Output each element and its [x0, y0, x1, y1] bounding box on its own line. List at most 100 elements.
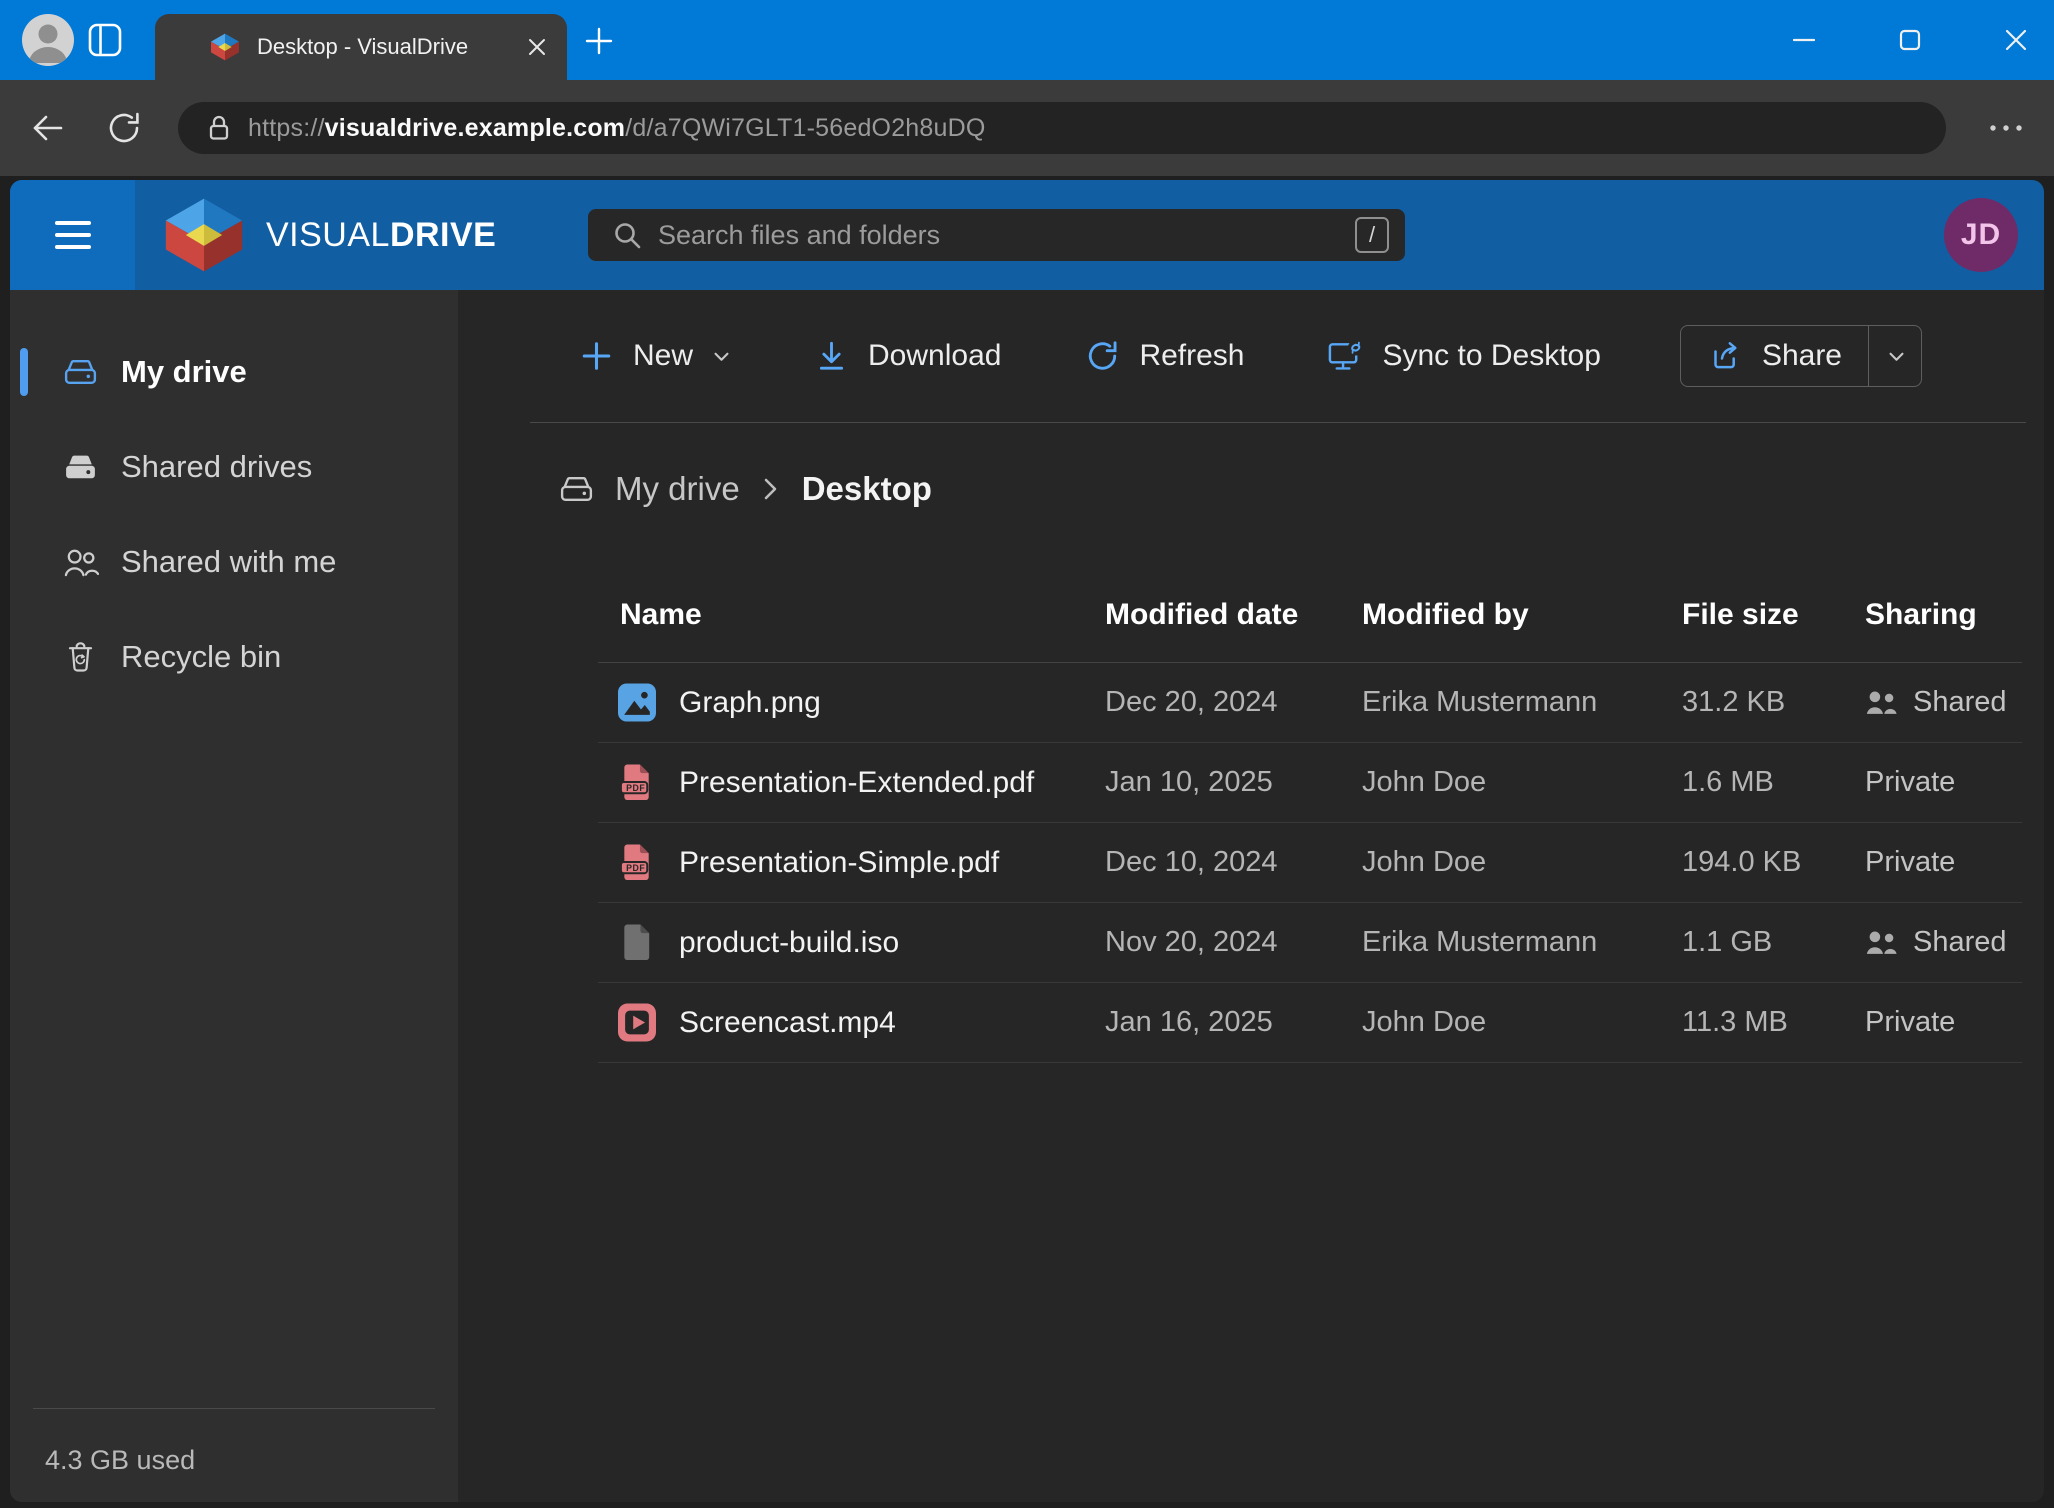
selected-indicator: [20, 538, 28, 586]
download-button[interactable]: Download: [813, 339, 1001, 373]
modified-by: John Doe: [1362, 846, 1682, 879]
maximize-icon[interactable]: [1898, 28, 1922, 52]
table-row[interactable]: PDFPresentation-Simple.pdfDec 10, 2024Jo…: [598, 823, 2022, 903]
storage-used-label: 4.3 GB used: [45, 1445, 195, 1476]
modified-by: Erika Mustermann: [1362, 926, 1682, 959]
people-icon: [1865, 690, 1899, 715]
minimize-icon[interactable]: [1792, 28, 1816, 52]
generic-file-icon: [618, 923, 656, 962]
svg-text:PDF: PDF: [626, 783, 645, 793]
sidebar-item-label: My drive: [121, 354, 247, 390]
url-path: /d/a7QWi7GLT1-56edO2h8uDQ: [625, 114, 985, 142]
sidebar-item-my-drive[interactable]: My drive: [10, 344, 458, 400]
file-name-cell: PDF Presentation-Extended.pdf: [598, 763, 1105, 802]
column-header-name[interactable]: Name: [598, 598, 1105, 632]
user-avatar[interactable]: JD: [1944, 198, 2018, 272]
new-button[interactable]: New: [578, 339, 730, 373]
selected-indicator: [20, 633, 28, 681]
modified-by: John Doe: [1362, 1006, 1682, 1039]
sharing-status: Private: [1865, 766, 2022, 799]
sidebar-item-recycle-bin[interactable]: Recycle bin: [10, 629, 458, 685]
table-row[interactable]: Graph.pngDec 20, 2024Erika Mustermann31.…: [598, 663, 2022, 743]
file-name-cell: Graph.png: [598, 683, 1105, 722]
column-header-file-size[interactable]: File size: [1682, 598, 1865, 632]
download-icon: [813, 339, 850, 373]
toolbar-button-label: New: [633, 339, 693, 373]
file-name: Presentation-Extended.pdf: [679, 766, 1034, 800]
file-size: 194.0 KB: [1682, 846, 1865, 879]
workspaces-icon[interactable]: [88, 23, 122, 57]
new-tab-icon[interactable]: [584, 26, 614, 56]
share-dropdown-button[interactable]: [1869, 326, 1921, 386]
file-size: 1.1 GB: [1682, 926, 1865, 959]
selected-indicator: [20, 443, 28, 491]
table-row[interactable]: Screencast.mp4Jan 16, 2025John Doe11.3 M…: [598, 983, 2022, 1063]
share-button[interactable]: Share: [1681, 326, 1868, 386]
file-name: Graph.png: [679, 686, 821, 720]
video-file-icon: [618, 1003, 656, 1042]
url-scheme: https://: [248, 114, 325, 142]
modified-date: Dec 20, 2024: [1105, 686, 1362, 719]
sidebar-nav: My drive Shared drives Shared with me Recyc…: [10, 290, 458, 685]
chevron-down-icon: [1888, 351, 1905, 362]
column-header-modified-date[interactable]: Modified date: [1105, 598, 1362, 632]
table-row[interactable]: product-build.isoNov 20, 2024Erika Muste…: [598, 903, 2022, 983]
sidebar-item-shared-drives[interactable]: Shared drives: [10, 439, 458, 495]
chevron-right-icon: [764, 478, 778, 500]
search-shortcut-hint: /: [1355, 217, 1389, 253]
sidebar-item-label: Shared drives: [121, 449, 312, 485]
toolbar-button-label: Download: [868, 339, 1001, 373]
search-input[interactable]: [658, 220, 1355, 251]
address-bar[interactable]: https://visualdrive.example.com/d/a7QWi7…: [178, 102, 1946, 154]
toolbar-button-label: Refresh: [1139, 339, 1244, 373]
search-box[interactable]: /: [588, 209, 1405, 261]
reload-icon[interactable]: [106, 110, 142, 146]
modified-by: John Doe: [1362, 766, 1682, 799]
search-icon: [612, 220, 642, 250]
file-name-cell: PDFPresentation-Simple.pdf: [598, 843, 1105, 882]
table-row[interactable]: PDFPresentation-Extended.pdfJan 10, 2025…: [598, 743, 2022, 823]
more-icon[interactable]: [1988, 123, 2024, 133]
modified-by: Erika Mustermann: [1362, 686, 1682, 719]
sharing-status: Shared: [1865, 686, 2022, 719]
refresh-button[interactable]: Refresh: [1084, 339, 1244, 373]
breadcrumb-root[interactable]: My drive: [615, 470, 740, 508]
window-controls: [1792, 0, 2028, 80]
column-header-sharing[interactable]: Sharing: [1865, 598, 2022, 632]
sidebar-item-shared-with-me[interactable]: Shared with me: [10, 534, 458, 590]
hamburger-icon[interactable]: [10, 180, 135, 290]
pdf-file-icon: PDF: [618, 763, 656, 802]
file-name: product-build.iso: [679, 926, 899, 960]
sharing-status: Private: [1865, 846, 2022, 879]
chevron-down-icon: [713, 351, 730, 362]
my-drive-icon: [558, 472, 595, 506]
share-split-button: Share: [1680, 325, 1922, 387]
sharing-label: Private: [1865, 1006, 1955, 1039]
profile-icon: [22, 14, 74, 66]
close-icon[interactable]: [2004, 28, 2028, 52]
my-drive-icon: [62, 355, 99, 389]
browser-tab[interactable]: Desktop - VisualDrive: [155, 14, 567, 80]
shared-drives-icon: [62, 450, 99, 484]
file-name-cell: Screencast.mp4: [598, 1003, 1105, 1042]
file-toolbar: New Download Refresh Sync to Desktop Share: [458, 290, 2044, 422]
sharing-status: Private: [1865, 1006, 2022, 1039]
back-icon[interactable]: [30, 110, 66, 146]
visualdrive-page: VISUALDRIVE / JD My driveShared drivesSh…: [10, 180, 2044, 1502]
column-header-modified-by[interactable]: Modified by: [1362, 598, 1682, 632]
toolbar-button-label: Sync to Desktop: [1382, 339, 1600, 373]
sidebar: My drive Shared drives Shared with me Recyc…: [10, 290, 458, 1502]
tab-close-icon[interactable]: [527, 37, 547, 57]
visualdrive-favicon: [209, 32, 241, 62]
browser-navbar: https://visualdrive.example.com/d/a7QWi7…: [0, 80, 2054, 176]
lock-icon[interactable]: [206, 113, 232, 143]
modified-date: Jan 16, 2025: [1105, 1006, 1362, 1039]
sharing-label: Shared: [1913, 686, 2007, 719]
toolbar-divider: [530, 422, 2026, 423]
browser-profile-button[interactable]: [22, 14, 74, 66]
sync-to-desktop-button[interactable]: Sync to Desktop: [1327, 339, 1600, 373]
recycle-bin-icon: [62, 640, 99, 674]
file-name: Presentation-Simple.pdf: [679, 846, 999, 880]
url-text: https://visualdrive.example.com/d/a7QWi7…: [248, 114, 986, 143]
main-content: NewDownloadRefreshSync to Desktop Share …: [458, 290, 2044, 1502]
